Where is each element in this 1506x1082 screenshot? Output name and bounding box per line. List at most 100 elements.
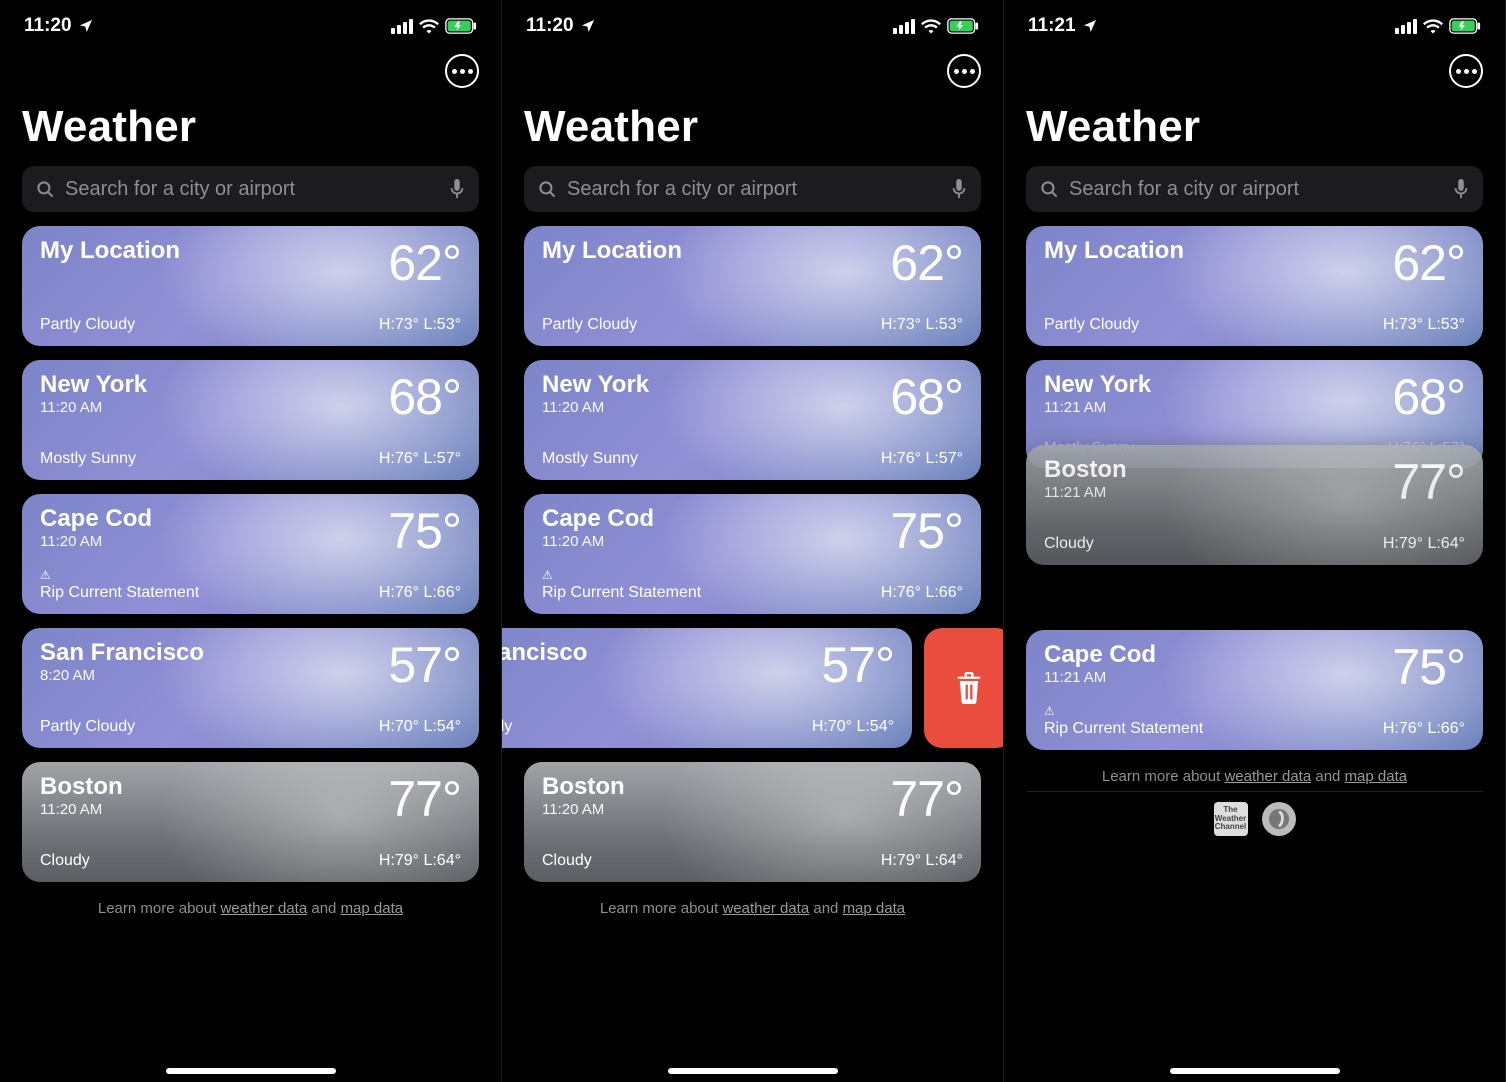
card-temp: 77° <box>890 774 963 824</box>
card-city: Cape Cod <box>40 506 152 531</box>
card-temp: 62° <box>1392 238 1465 288</box>
search-input[interactable]: Search for a city or airport <box>524 166 981 212</box>
weather-card-new-york[interactable]: New York 11:20 AM 68° Mostly Sunny H:76°… <box>524 360 981 480</box>
card-city: New York <box>40 372 147 397</box>
phone-screenshot-3: 11:21 Weather Search for a city or airpo… <box>1004 0 1506 1082</box>
battery-charging-icon <box>1449 18 1481 34</box>
alert-icon: ⚠︎ <box>1044 704 1203 718</box>
weather-card-my-location[interactable]: My Location 62° Partly Cloudy H:73° L:53… <box>22 226 479 346</box>
weather-card-san-francisco[interactable]: San Francisco 8:20 AM 57° Partly Cloudy … <box>22 628 479 748</box>
mic-icon[interactable] <box>449 179 465 199</box>
home-indicator[interactable] <box>166 1068 336 1074</box>
card-time: 8:20 AM <box>40 667 204 684</box>
weather-card-cape-cod[interactable]: Cape Cod 11:20 AM 75° ⚠︎Rip Current Stat… <box>524 494 981 614</box>
more-button[interactable] <box>947 54 981 88</box>
home-indicator[interactable] <box>668 1068 838 1074</box>
location-icon <box>78 18 94 34</box>
search-placeholder: Search for a city or airport <box>65 178 439 201</box>
weather-data-link[interactable]: weather data <box>1224 768 1311 785</box>
card-city: New York <box>1044 372 1151 397</box>
signal-icon <box>1395 19 1417 34</box>
card-city: New York <box>542 372 649 397</box>
card-city: Boston <box>40 774 123 799</box>
map-data-link[interactable]: map data <box>843 900 906 917</box>
weather-card-my-location[interactable]: My Location 62° Partly Cloudy H:73° L:53… <box>524 226 981 346</box>
card-temp: 77° <box>388 774 461 824</box>
card-high-low: H:76° L:66° <box>1383 720 1465 738</box>
card-temp: 68° <box>388 372 461 422</box>
card-high-low: H:73° L:53° <box>881 316 963 334</box>
card-city: My Location <box>542 238 682 263</box>
card-city: Francisco <box>502 640 587 665</box>
card-time: 11:20 AM <box>40 399 147 416</box>
wifi-icon <box>921 18 941 34</box>
weather-card-boston[interactable]: Boston 11:20 AM 77° Cloudy H:79° L:64° <box>524 762 981 882</box>
weather-card-new-york[interactable]: New York 11:20 AM 68° Mostly Sunny H:76°… <box>22 360 479 480</box>
mic-icon[interactable] <box>951 179 967 199</box>
weather-card-san-francisco[interactable]: Francisco M 57° loudy H:70° L:54° <box>502 628 912 748</box>
weather-card-boston[interactable]: Boston 11:20 AM 77° Cloudy H:79° L:64° <box>22 762 479 882</box>
card-temp: 57° <box>821 640 894 690</box>
card-temp: 62° <box>388 238 461 288</box>
status-time: 11:20 <box>526 15 574 37</box>
card-condition: ⚠︎Rip Current Statement <box>40 568 199 602</box>
card-city: Cape Cod <box>1044 642 1156 667</box>
footer-text: Learn more about weather data and map da… <box>1004 750 1505 791</box>
card-condition: Partly Cloudy <box>40 316 135 334</box>
search-input[interactable]: Search for a city or airport <box>22 166 479 212</box>
card-time: 11:21 AM <box>1044 669 1156 686</box>
alert-icon: ⚠︎ <box>542 568 701 582</box>
delete-button[interactable] <box>924 628 1004 748</box>
card-high-low: H:73° L:53° <box>379 316 461 334</box>
card-high-low: H:76° L:57° <box>379 450 461 468</box>
card-time: 11:21 AM <box>1044 399 1151 416</box>
card-high-low: H:79° L:64° <box>881 852 963 870</box>
card-time: 11:20 AM <box>542 801 625 818</box>
phone-screenshot-2: 11:20 Weather Search for a city or airpo… <box>502 0 1004 1082</box>
home-indicator[interactable] <box>1170 1068 1340 1074</box>
signal-icon <box>893 19 915 34</box>
card-city: Boston <box>1044 457 1127 482</box>
card-temp: 68° <box>890 372 963 422</box>
search-icon <box>538 180 557 199</box>
search-icon <box>1040 180 1059 199</box>
page-title: Weather <box>502 88 1003 166</box>
search-placeholder: Search for a city or airport <box>1069 178 1443 201</box>
card-time: 11:20 AM <box>40 533 152 550</box>
card-condition: loudy <box>502 718 512 736</box>
alert-icon: ⚠︎ <box>40 568 199 582</box>
card-temp: 75° <box>890 506 963 556</box>
card-city: My Location <box>40 238 180 263</box>
card-high-low: H:76° L:66° <box>379 584 461 602</box>
card-city: My Location <box>1044 238 1184 263</box>
battery-charging-icon <box>445 18 477 34</box>
card-temp: 62° <box>890 238 963 288</box>
weather-card-my-location[interactable]: My Location 62° Partly Cloudy H:73° L:53… <box>1026 226 1483 346</box>
card-condition: ⚠︎Rip Current Statement <box>1044 704 1203 738</box>
card-high-low: H:79° L:64° <box>1383 535 1465 553</box>
weather-card-cape-cod[interactable]: Cape Cod 11:20 AM 75° ⚠︎Rip Current Stat… <box>22 494 479 614</box>
weather-data-link[interactable]: weather data <box>722 900 809 917</box>
card-time: 11:21 AM <box>1044 484 1127 501</box>
swipe-row[interactable]: Francisco M 57° loudy H:70° L:54° <box>502 628 981 748</box>
more-button[interactable] <box>445 54 479 88</box>
map-data-link[interactable]: map data <box>341 900 404 917</box>
page-title: Weather <box>0 88 501 166</box>
mic-icon[interactable] <box>1453 179 1469 199</box>
weather-card-boston-dragging[interactable]: Boston 11:21 AM 77° Cloudy H:79° L:64° <box>1026 445 1483 565</box>
wifi-icon <box>419 18 439 34</box>
weather-data-link[interactable]: weather data <box>220 900 307 917</box>
card-high-low: H:70° L:54° <box>379 718 461 736</box>
map-data-link[interactable]: map data <box>1345 768 1408 785</box>
weather-card-cape-cod[interactable]: Cape Cod 11:21 AM 75° ⚠︎Rip Current Stat… <box>1026 630 1483 750</box>
search-icon <box>36 180 55 199</box>
search-input[interactable]: Search for a city or airport <box>1026 166 1483 212</box>
card-time: 11:20 AM <box>542 533 654 550</box>
card-condition: Partly Cloudy <box>1044 316 1139 334</box>
card-condition: Mostly Sunny <box>40 450 136 468</box>
card-temp: 75° <box>388 506 461 556</box>
more-button[interactable] <box>1449 54 1483 88</box>
card-high-low: H:73° L:53° <box>1383 316 1465 334</box>
card-high-low: H:79° L:64° <box>379 852 461 870</box>
page-title: Weather <box>1004 88 1505 166</box>
